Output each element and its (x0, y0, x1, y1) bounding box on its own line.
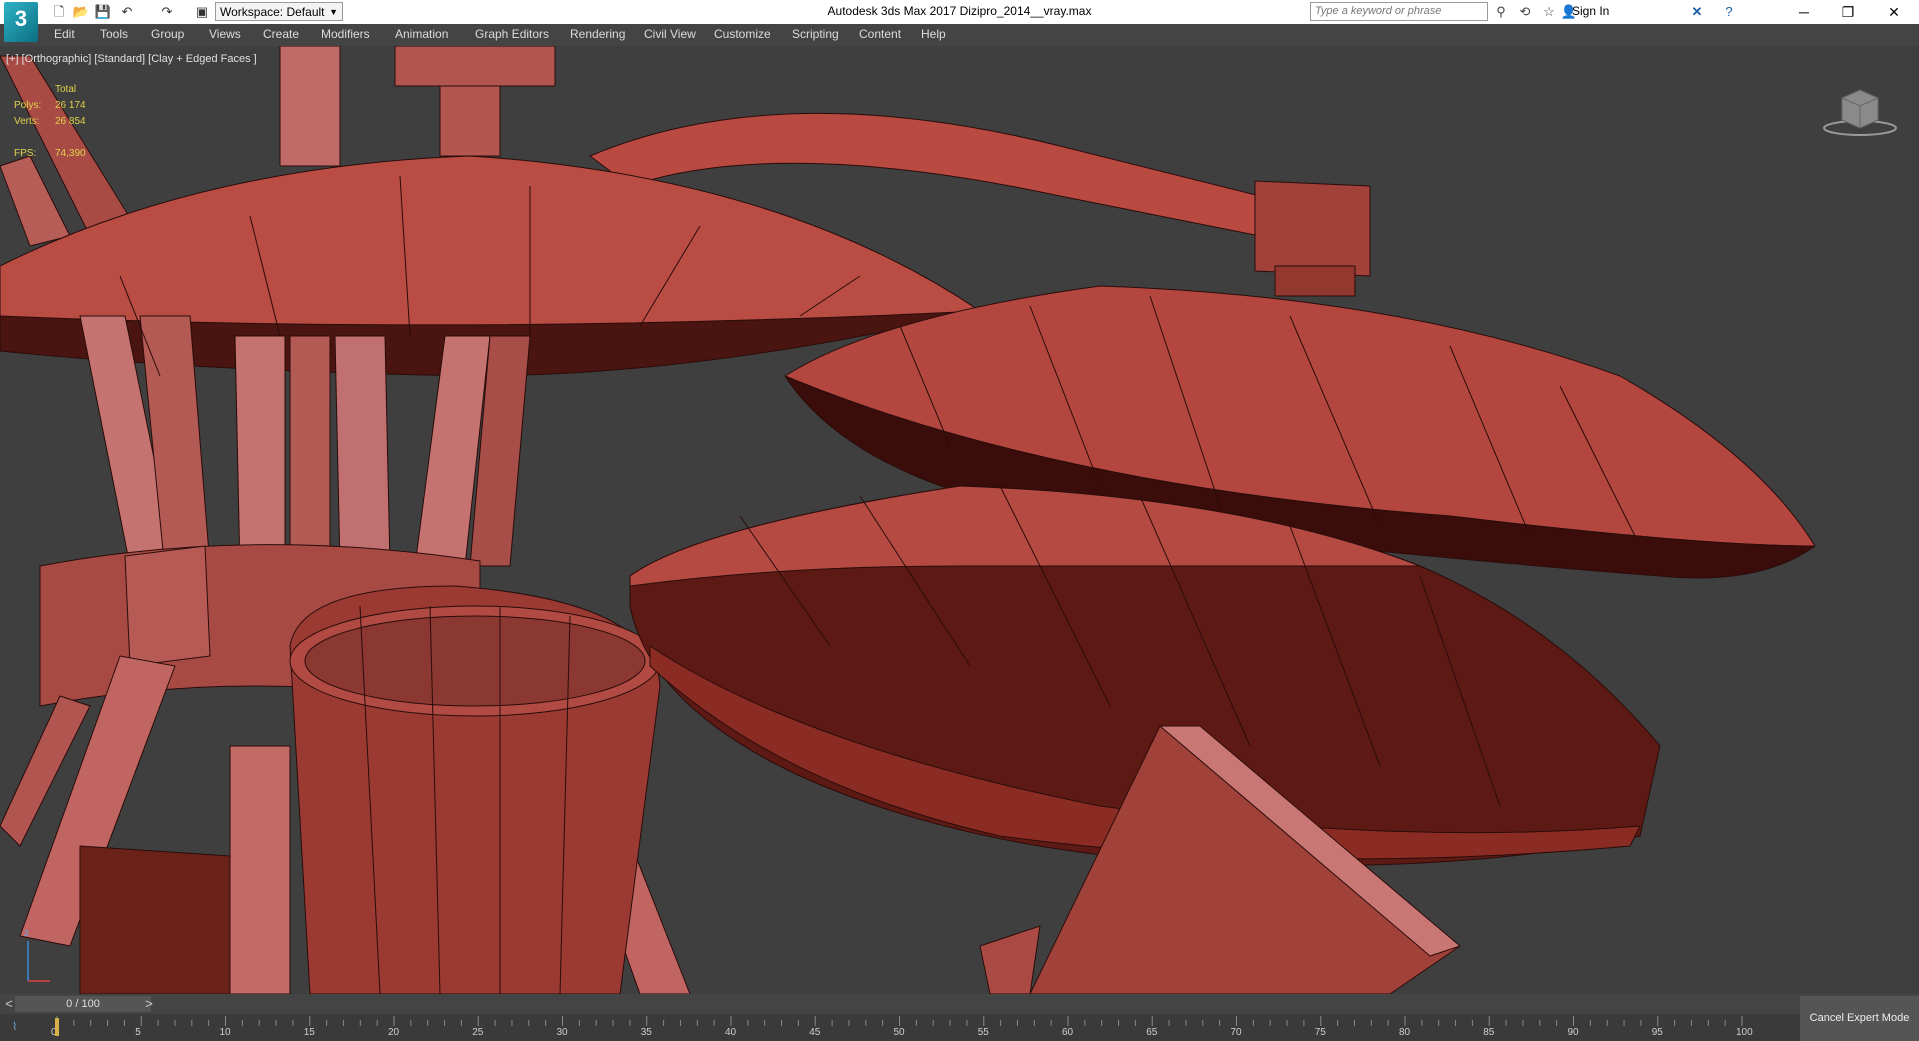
stats-fps-value: 74,390 (55, 148, 86, 159)
current-frame-marker[interactable] (55, 1018, 59, 1036)
viewcube-icon[interactable] (1820, 76, 1900, 146)
track-tick-label: 65 (1146, 1027, 1158, 1038)
redo-icon[interactable]: ↷ (158, 3, 176, 21)
menu-modifiers[interactable]: Modifiers (321, 27, 370, 41)
stats-verts-value: 26 854 (55, 116, 86, 127)
track-tick-label: 95 (1651, 1027, 1663, 1038)
menu-help[interactable]: Help (921, 27, 946, 41)
close-button[interactable]: ✕ (1872, 0, 1916, 24)
track-tick-label: 75 (1314, 1027, 1326, 1038)
help-icon[interactable]: ? (1720, 3, 1738, 21)
track-tick-label: 45 (809, 1027, 821, 1038)
project-folder-icon[interactable]: ▣ (193, 3, 211, 21)
menu-content[interactable]: Content (859, 27, 901, 41)
undo-icon[interactable]: ↶ (118, 3, 136, 21)
menu-civil-view[interactable]: Civil View (644, 27, 696, 41)
menu-views[interactable]: Views (209, 27, 241, 41)
favorites-star-icon[interactable]: ☆ (1540, 3, 1558, 21)
track-tick-label: 70 (1230, 1027, 1242, 1038)
sign-in-button[interactable]: Sign In (1572, 4, 1609, 18)
track-tick-label: 50 (893, 1027, 905, 1038)
stats-polys-value: 26 174 (55, 100, 86, 111)
stats-verts-label: Verts: (14, 116, 40, 127)
track-tick-label: 80 (1399, 1027, 1411, 1038)
viewport[interactable]: z [+] [Orthographic] [Standard] [Clay + … (0, 46, 1919, 994)
time-slider-bar: < 0 / 100 > (0, 994, 1919, 1014)
app-logo[interactable]: 3 (4, 2, 38, 42)
viewport-label[interactable]: [+] [Orthographic] [Standard] [Clay + Ed… (6, 53, 257, 65)
search-input[interactable]: Type a keyword or phrase (1310, 2, 1488, 21)
menu-graph-editors[interactable]: Graph Editors (475, 27, 549, 41)
track-tick-label: 40 (725, 1027, 737, 1038)
track-tick-label: 55 (977, 1027, 989, 1038)
stats-fps-label: FPS: (14, 148, 37, 159)
menu-rendering[interactable]: Rendering (570, 27, 625, 41)
stats-total-label: Total (55, 84, 77, 95)
menu-tools[interactable]: Tools (100, 27, 128, 41)
time-slider[interactable]: 0 / 100 (15, 996, 151, 1012)
title-bar: 3 🗋 📂 💾 ↶ ↷ ▣ Workspace: Default ▼ Autod… (0, 0, 1919, 42)
next-frame-button[interactable]: > (140, 995, 158, 1013)
menu-group[interactable]: Group (151, 27, 184, 41)
minimize-button[interactable]: ─ (1782, 0, 1826, 24)
stats-polys-label: Polys: (14, 100, 42, 111)
track-tick-label: 90 (1567, 1027, 1579, 1038)
axis-z-label: z (24, 928, 29, 939)
viewport-render: z (0, 46, 1816, 994)
menu-customize[interactable]: Customize (714, 27, 771, 41)
track-tick-label: 30 (556, 1027, 568, 1038)
menu-edit[interactable]: Edit (54, 27, 75, 41)
workspace-label: Workspace: Default (220, 5, 325, 19)
new-file-icon[interactable]: 🗋 (50, 3, 68, 21)
track-tick-label: 20 (388, 1027, 400, 1038)
binoculars-icon[interactable]: ⚲ (1492, 3, 1510, 21)
open-file-icon[interactable]: 📂 (72, 3, 90, 21)
chevron-down-icon: ▼ (329, 7, 338, 17)
restore-button[interactable]: ❐ (1826, 0, 1870, 24)
track-tick-label: 60 (1062, 1027, 1074, 1038)
track-tick-label: 15 (303, 1027, 315, 1038)
track-tick-label: 10 (219, 1027, 231, 1038)
track-tick-label: 5 (135, 1027, 141, 1038)
save-icon[interactable]: 💾 (94, 3, 112, 21)
track-bar[interactable]: ⌇ 0 5 10 15 20 25 30 35 40 45 50 55 60 65 70 75 80 85 90 95… (0, 1014, 1800, 1041)
track-tick-label: 35 (640, 1027, 652, 1038)
menu-bar: Edit Tools Group Views Create Modifiers … (0, 24, 1919, 47)
track-tick-label: 25 (472, 1027, 484, 1038)
exchange-icon[interactable]: ⟲ (1516, 3, 1534, 21)
menu-animation[interactable]: Animation (395, 27, 448, 41)
autodesk-x-icon[interactable]: ✕ (1688, 3, 1706, 21)
menu-scripting[interactable]: Scripting (792, 27, 839, 41)
menu-create[interactable]: Create (263, 27, 299, 41)
workspace-dropdown[interactable]: Workspace: Default ▼ (215, 2, 343, 21)
track-tick-label: 100 (1736, 1027, 1753, 1038)
track-tick-label: 85 (1483, 1027, 1495, 1038)
cancel-expert-mode-button[interactable]: Cancel Expert Mode (1800, 996, 1919, 1041)
